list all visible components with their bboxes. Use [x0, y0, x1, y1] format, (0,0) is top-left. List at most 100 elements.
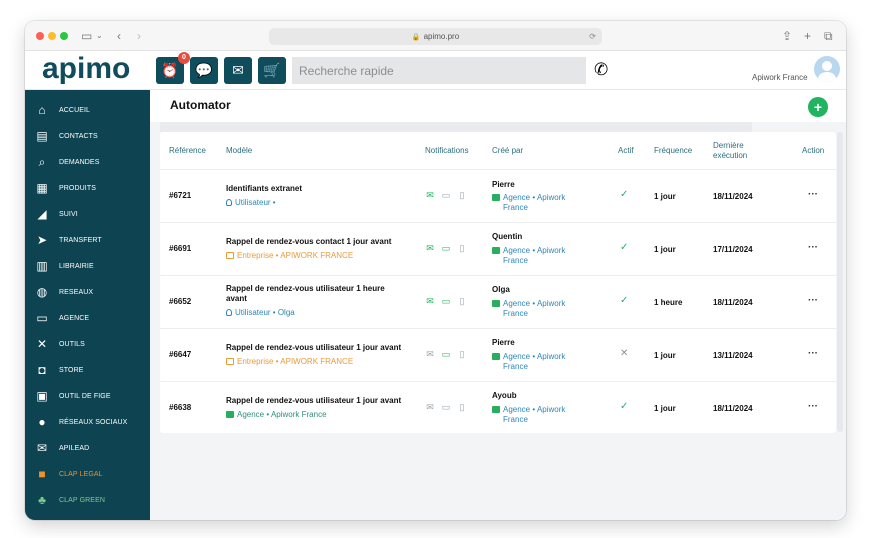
sms-notification-icon[interactable]: ▯: [454, 349, 470, 359]
tabs-overview-icon[interactable]: ⧉: [824, 28, 833, 44]
column-header-active[interactable]: Actif: [618, 146, 634, 156]
sidebar-item-accueil[interactable]: ⌂ ACCUEIL: [25, 98, 150, 124]
agency-icon: [492, 247, 500, 254]
row-action-menu[interactable]: ···: [808, 401, 818, 412]
sidebar-item-produits[interactable]: ▦ PRODUITS: [25, 176, 150, 202]
cart-button[interactable]: 🛒: [258, 57, 286, 84]
reload-icon[interactable]: ⟳: [589, 28, 596, 45]
sidebar-item-label: CLAP LEGAL: [59, 471, 103, 478]
app-header: apimo ⏰ 0 💬 ✉ 🛒 ✆ Apiwork France: [25, 51, 846, 90]
horizontal-scrollbar[interactable]: [160, 122, 752, 132]
column-header-reference[interactable]: Référence: [169, 146, 206, 156]
row-creator: Olga: [492, 285, 510, 294]
sidebar-item-outils[interactable]: ✕ OUTILS: [25, 332, 150, 358]
mail-button[interactable]: ✉: [224, 57, 252, 84]
chat-button[interactable]: 💬: [190, 57, 218, 84]
sidebar-item-suivi[interactable]: ◢ SUIVI: [25, 202, 150, 228]
column-header-model[interactable]: Modèle: [226, 146, 252, 156]
address-bar[interactable]: 🔒 apimo.pro ⟳: [269, 28, 602, 45]
sms-notification-icon[interactable]: ▯: [454, 402, 470, 412]
agency-icon: [226, 411, 234, 418]
chat-icon: 💬: [195, 62, 213, 78]
share-icon[interactable]: ⇪: [782, 28, 792, 44]
green-icon: ♣: [38, 493, 46, 507]
active-check-icon: ✓: [620, 189, 629, 200]
email-notification-icon[interactable]: ✉: [422, 402, 438, 412]
row-scope: Utilisateur • Olga: [226, 308, 295, 318]
email-notification-icon[interactable]: ✉: [422, 349, 438, 359]
row-notifications: ✉ ▭ ▯: [422, 349, 470, 359]
column-header-created-by[interactable]: Créé par: [492, 146, 523, 156]
sidebar-item-librairie[interactable]: ▥ LIBRAIRIE: [25, 254, 150, 280]
sidebar-item-clap-legal[interactable]: ■ CLAP LEGAL: [25, 462, 150, 488]
chat-notification-icon[interactable]: ▭: [438, 349, 454, 359]
column-header-last-run[interactable]: Dernière exécution: [713, 141, 763, 161]
row-creator-agency-line1: Agence • Apiwork: [503, 405, 566, 414]
row-notifications: ✉ ▭ ▯: [422, 243, 470, 253]
sidebar-item-clap-green[interactable]: ♣ CLAP GREEN: [25, 488, 150, 514]
row-action-menu[interactable]: ···: [808, 348, 818, 359]
email-notification-icon[interactable]: ✉: [422, 190, 438, 200]
sms-notification-icon[interactable]: ▯: [454, 296, 470, 306]
chat-notification-icon[interactable]: ▭: [438, 296, 454, 306]
column-header-frequency[interactable]: Fréquence: [654, 146, 692, 156]
chat-notification-icon[interactable]: ▭: [438, 402, 454, 412]
user-icon: [226, 199, 232, 206]
phone-icon[interactable]: ✆: [594, 60, 608, 80]
sidebar-item-label: CLAP GREEN: [59, 497, 105, 504]
minimize-window-button[interactable]: [48, 32, 56, 40]
row-model[interactable]: Rappel de rendez-vous utilisateur 1 heur…: [226, 284, 385, 294]
zoom-window-button[interactable]: [60, 32, 68, 40]
add-automator-button[interactable]: +: [808, 97, 828, 117]
quick-search-input[interactable]: [292, 57, 586, 84]
row-scope-text: Utilisateur • Olga: [235, 308, 295, 317]
sidebar-item-label: LIBRAIRIE: [59, 263, 94, 270]
row-model-line2[interactable]: avant: [226, 294, 247, 304]
back-icon[interactable]: ‹: [117, 28, 121, 44]
email-notification-icon[interactable]: ✉: [422, 243, 438, 253]
row-frequency: 1 jour: [654, 245, 676, 254]
chat-notification-icon[interactable]: ▭: [438, 190, 454, 200]
sidebar-item-reseaux-sociaux[interactable]: ● RÉSEAUX SOCIAUX: [25, 410, 150, 436]
sidebar-item-transfert[interactable]: ➤ TRANSFERT: [25, 228, 150, 254]
sidebar-item-contacts[interactable]: ▤ CONTACTS: [25, 124, 150, 150]
card-icon: ▣: [36, 389, 48, 403]
sidebar-toggle-icon[interactable]: ▭: [81, 28, 92, 44]
row-model[interactable]: Rappel de rendez-vous utilisateur 1 jour…: [226, 343, 401, 353]
sidebar-item-reseaux[interactable]: ◍ RESEAUX: [25, 280, 150, 306]
sidebar-item-outil-de-fige[interactable]: ▣ OUTIL DE FIGE: [25, 384, 150, 410]
row-scope: Utilisateur •: [226, 198, 276, 208]
sidebar-item-label: STORE: [59, 367, 84, 374]
row-scope: Entreprise • APIWORK FRANCE: [226, 251, 353, 261]
sidebar-item-apilead[interactable]: ✉ APILEAD: [25, 436, 150, 462]
close-window-button[interactable]: [36, 32, 44, 40]
chat-notification-icon[interactable]: ▭: [438, 243, 454, 253]
column-header-notifications[interactable]: Notifications: [425, 146, 469, 156]
row-action-menu[interactable]: ···: [808, 189, 818, 200]
sidebar-item-store[interactable]: ◘ STORE: [25, 358, 150, 384]
avatar[interactable]: [814, 56, 840, 82]
row-model[interactable]: Identifiants extranet: [226, 184, 302, 194]
column-header-action[interactable]: Action: [802, 146, 824, 156]
row-action-menu[interactable]: ···: [808, 295, 818, 306]
email-notification-icon[interactable]: ✉: [422, 296, 438, 306]
agency-icon: [492, 194, 500, 201]
row-model[interactable]: Rappel de rendez-vous contact 1 jour ava…: [226, 237, 391, 247]
sms-notification-icon[interactable]: ▯: [454, 190, 470, 200]
sms-notification-icon[interactable]: ▯: [454, 243, 470, 253]
alerts-button[interactable]: ⏰ 0: [156, 52, 190, 84]
row-creator-agency-line1: Agence • Apiwork: [503, 352, 566, 361]
facebook-icon: ●: [38, 415, 46, 429]
divider: [160, 169, 836, 170]
apimo-logo[interactable]: apimo: [42, 52, 130, 86]
tools-icon: ✕: [36, 337, 48, 351]
chevron-down-icon[interactable]: ⌄: [96, 28, 103, 44]
row-action-menu[interactable]: ···: [808, 242, 818, 253]
sidebar-item-agence[interactable]: ▭ AGENCE: [25, 306, 150, 332]
row-model[interactable]: Rappel de rendez-vous utilisateur 1 jour…: [226, 396, 401, 406]
forward-icon[interactable]: ›: [137, 28, 141, 44]
sidebar-item-demandes[interactable]: ⌕ DEMANDES: [25, 150, 150, 176]
user-name[interactable]: Apiwork France: [752, 73, 808, 82]
new-tab-icon[interactable]: +: [804, 28, 811, 44]
vertical-scrollbar[interactable]: [837, 132, 843, 432]
